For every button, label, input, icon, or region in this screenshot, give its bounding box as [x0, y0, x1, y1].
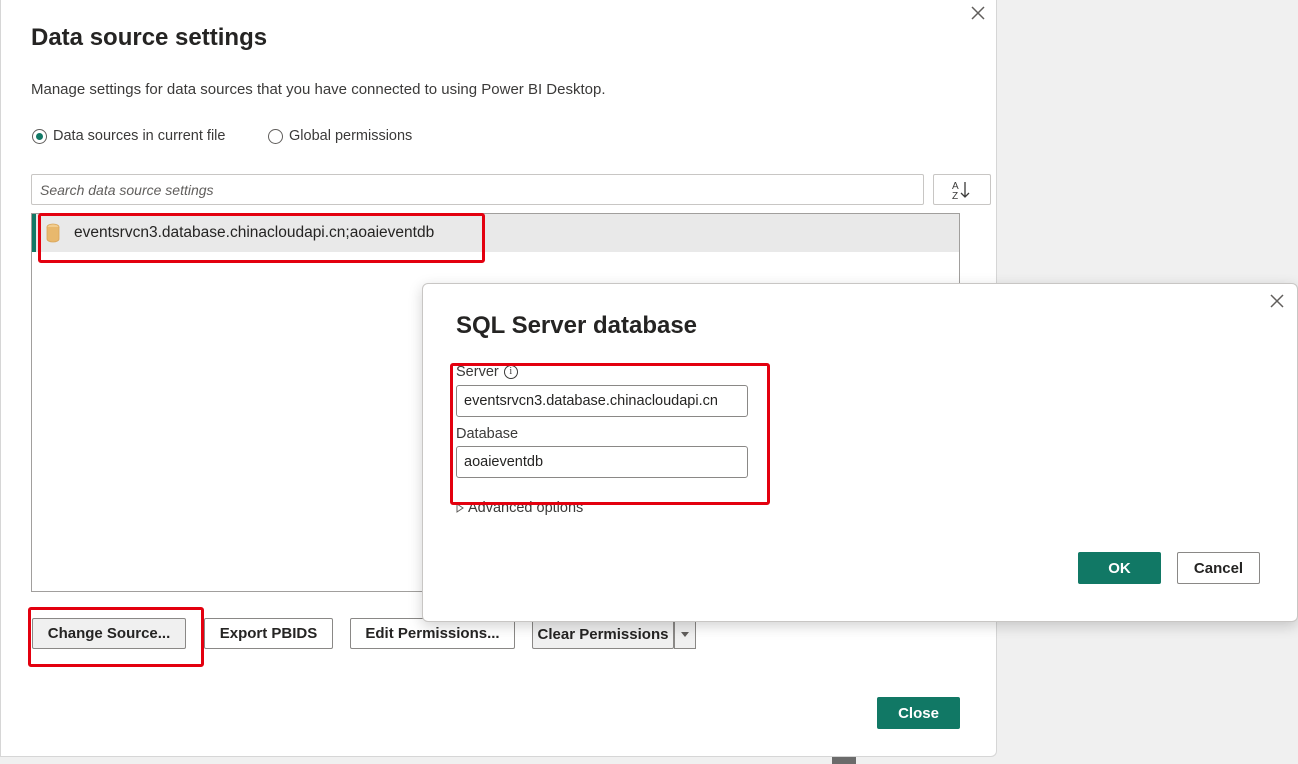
change-source-button[interactable]: Change Source... [32, 618, 186, 649]
close-button[interactable]: Close [877, 697, 960, 729]
advanced-options-label: Advanced options [468, 500, 584, 516]
close-icon[interactable] [967, 2, 989, 24]
advanced-options-toggle[interactable]: Advanced options [456, 500, 583, 516]
sql-dialog-title: SQL Server database [456, 312, 698, 339]
clear-permissions-dropdown[interactable] [674, 620, 696, 649]
edit-permissions-button[interactable]: Edit Permissions... [350, 618, 515, 649]
clear-permissions-button[interactable]: Clear Permissions [532, 620, 674, 649]
radio-current-file[interactable]: Data sources in current file [32, 128, 225, 144]
search-input[interactable] [31, 174, 924, 205]
radio-selected-indicator [32, 128, 47, 144]
database-field[interactable] [456, 446, 748, 478]
sort-button[interactable]: A Z [933, 174, 991, 205]
sql-server-dialog: SQL Server database Server i Database Ad… [422, 283, 1298, 622]
expand-triangle-icon [456, 503, 464, 513]
radio-global-permissions[interactable]: Global permissions [268, 128, 412, 144]
server-field[interactable] [456, 385, 748, 417]
dropdown-arrow-icon [681, 631, 689, 637]
dialog-description: Manage settings for data sources that yo… [31, 81, 606, 98]
info-icon[interactable]: i [503, 365, 518, 379]
server-label: Server i [456, 364, 518, 380]
radio-global-permissions-label: Global permissions [289, 128, 413, 144]
list-item[interactable]: eventsrvcn3.database.chinacloudapi.cn;ao… [32, 214, 959, 252]
database-icon [46, 223, 60, 243]
sort-az-icon: A Z [952, 181, 970, 201]
database-label-text: Database [456, 426, 519, 442]
svg-text:Z: Z [952, 191, 958, 201]
radio-unselected-indicator [268, 128, 283, 144]
dialog-title: Data source settings [31, 24, 268, 51]
export-pbids-button[interactable]: Export PBIDS [204, 618, 333, 649]
server-label-text: Server [456, 364, 499, 380]
close-icon[interactable] [1266, 290, 1288, 312]
radio-current-file-label: Data sources in current file [53, 128, 226, 144]
cancel-button[interactable]: Cancel [1177, 552, 1260, 584]
selection-accent [32, 214, 36, 252]
ok-button[interactable]: OK [1078, 552, 1161, 584]
database-label: Database [456, 426, 518, 442]
list-item-label: eventsrvcn3.database.chinacloudapi.cn;ao… [74, 224, 435, 241]
